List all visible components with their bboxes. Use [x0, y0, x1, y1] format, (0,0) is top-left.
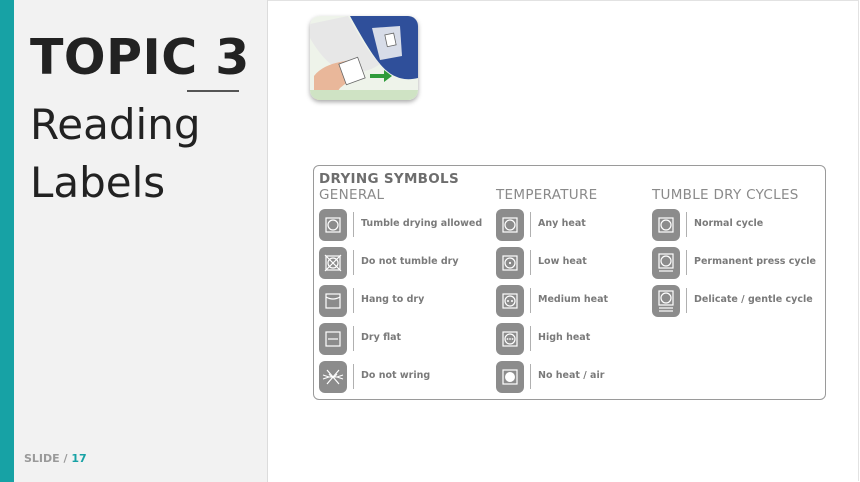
normal-cycle-icon — [652, 209, 680, 241]
divider — [530, 326, 531, 351]
topic-number: 3 — [215, 29, 250, 86]
divider — [353, 250, 354, 275]
topic-number-underline — [187, 90, 239, 92]
symbol-label: Permanent press cycle — [694, 256, 816, 267]
topic-heading: TOPIC 3 — [30, 28, 250, 88]
divider — [353, 212, 354, 237]
medium-heat-icon — [496, 285, 524, 317]
drying-symbols-chart: DRYING SYMBOLS GENERAL TEMPERATURE TUMBL… — [313, 165, 826, 400]
slide-number-label: SLIDE / — [24, 452, 68, 465]
subtitle-line-1: Reading — [30, 100, 201, 149]
divider — [353, 326, 354, 351]
subtitle-line-2: Labels — [30, 158, 166, 207]
divider — [686, 250, 687, 275]
divider — [530, 250, 531, 275]
low-heat-icon — [496, 247, 524, 279]
symbol-label: Dry flat — [361, 332, 402, 343]
divider — [686, 212, 687, 237]
slide-number: SLIDE / 17 — [24, 452, 87, 465]
clothing-label-illustration — [310, 16, 418, 100]
delicate-cycle-icon — [652, 285, 680, 317]
chart-title: DRYING SYMBOLS — [319, 171, 459, 187]
column-heading-general: GENERAL — [319, 187, 385, 203]
column-heading-cycles: TUMBLE DRY CYCLES — [652, 187, 799, 203]
dry-flat-icon — [319, 323, 347, 355]
no-heat-icon — [496, 361, 524, 393]
slide-subtitle: Reading Labels — [30, 96, 200, 212]
tumble-dry-allowed-icon — [319, 209, 347, 241]
symbol-label: Medium heat — [538, 294, 609, 305]
accent-bar — [0, 0, 14, 482]
divider — [686, 288, 687, 313]
divider — [353, 288, 354, 313]
divider — [530, 364, 531, 389]
symbol-label: Do not wring — [361, 370, 431, 381]
symbol-label: Any heat — [538, 218, 586, 229]
slide-number-value: 17 — [71, 452, 87, 465]
hand-holding-label-icon — [310, 16, 418, 100]
permanent-press-icon — [652, 247, 680, 279]
symbol-label: No heat / air — [538, 370, 605, 381]
divider — [530, 288, 531, 313]
symbol-label: Normal cycle — [694, 218, 764, 229]
hang-to-dry-icon — [319, 285, 347, 317]
do-not-wring-icon — [319, 361, 347, 393]
symbol-label: Delicate / gentle cycle — [694, 294, 813, 305]
symbol-label: Hang to dry — [361, 294, 425, 305]
divider — [353, 364, 354, 389]
divider — [530, 212, 531, 237]
high-heat-icon — [496, 323, 524, 355]
symbol-label: Tumble drying allowed — [361, 218, 483, 229]
column-heading-temperature: TEMPERATURE — [496, 187, 598, 203]
title-panel: TOPIC 3 Reading Labels SLIDE / 17 — [0, 0, 268, 482]
symbol-label: Do not tumble dry — [361, 256, 459, 267]
topic-word: TOPIC — [30, 29, 198, 86]
symbol-label: Low heat — [538, 256, 587, 267]
symbol-label: High heat — [538, 332, 591, 343]
any-heat-icon — [496, 209, 524, 241]
do-not-tumble-dry-icon — [319, 247, 347, 279]
